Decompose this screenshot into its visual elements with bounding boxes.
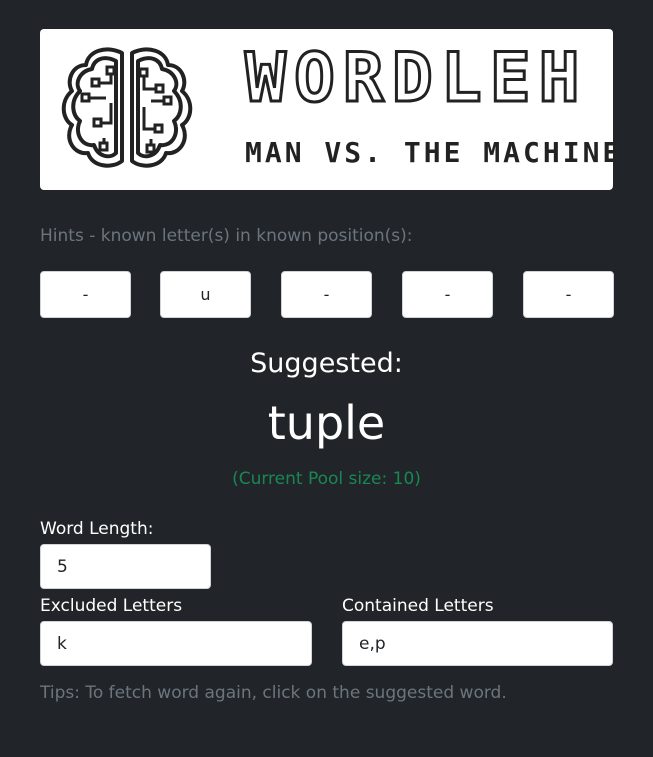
suggested-word[interactable]: tuple	[0, 396, 653, 450]
contained-letters-input[interactable]: e,p	[342, 621, 613, 666]
hint-position-4-input[interactable]: -	[402, 271, 493, 318]
brand-title: WORDLEH	[244, 39, 588, 118]
brand-subtitle: MAN VS. THE MACHINE	[245, 136, 623, 169]
suggested-label: Suggested:	[250, 348, 403, 379]
logo-banner: WORDLEH MAN VS. THE MACHINE	[40, 29, 619, 190]
excluded-letters-input[interactable]: k	[40, 621, 312, 666]
word-length-label: Word Length:	[40, 519, 154, 539]
pool-size-text: (Current Pool size: 10)	[232, 469, 421, 489]
hint-position-5-input[interactable]: -	[523, 271, 614, 318]
contained-letters-label: Contained Letters	[342, 596, 494, 616]
hint-position-2-input[interactable]: u	[160, 271, 251, 318]
excluded-letters-label: Excluded Letters	[40, 596, 183, 616]
word-length-input[interactable]: 5	[40, 544, 211, 589]
tips-text: Tips: To fetch word again, click on the …	[40, 683, 507, 703]
hint-position-3-input[interactable]: -	[281, 271, 372, 318]
brain-circuit-icon	[61, 47, 193, 168]
hints-label: Hints - known letter(s) in known positio…	[40, 226, 413, 246]
hint-position-1-input[interactable]: -	[40, 271, 131, 318]
